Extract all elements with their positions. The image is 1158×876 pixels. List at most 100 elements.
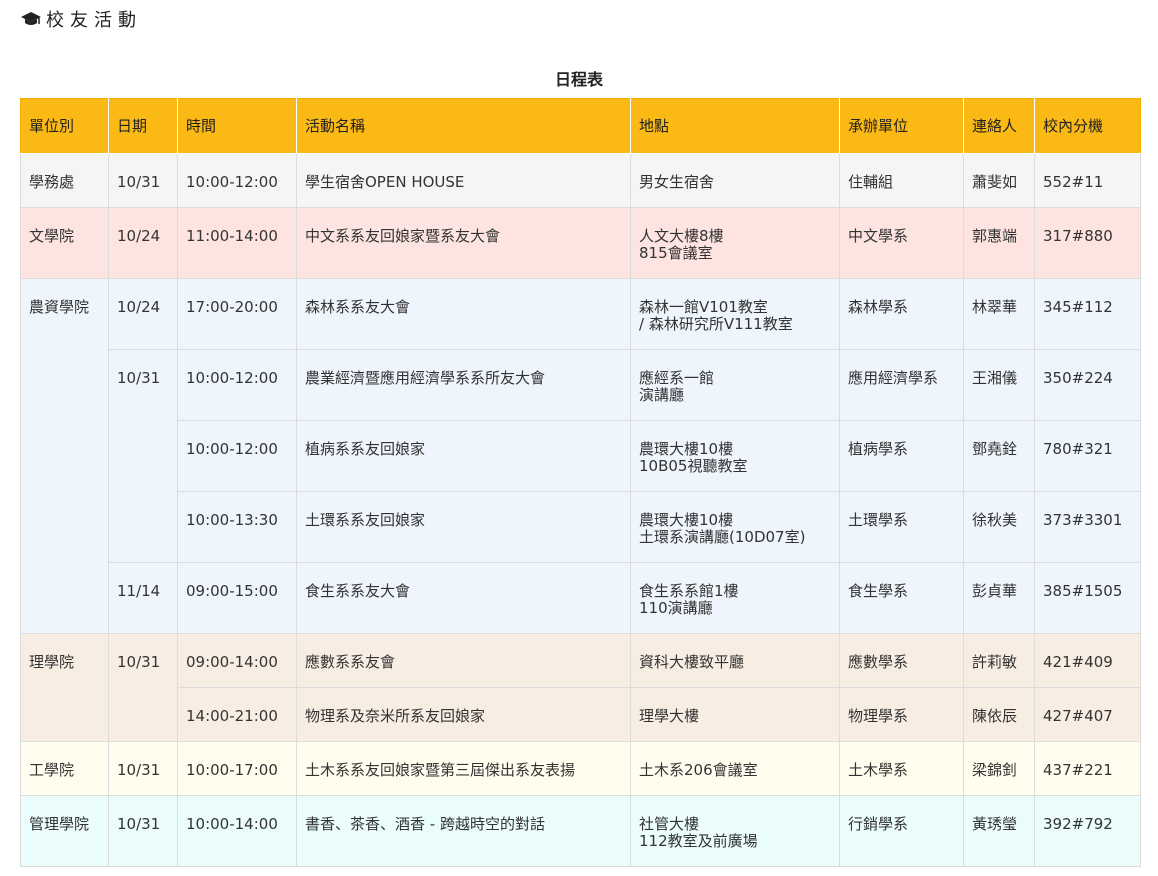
location-line: 10B05視聽教室	[639, 457, 748, 475]
location-cell: 食生系系館1樓 110演講廳	[630, 562, 840, 634]
unit-cell: 理學院	[20, 633, 109, 742]
location-cell: 理學大樓	[630, 687, 840, 742]
organizer-cell: 土木學系	[839, 741, 964, 796]
location-line: 食生系系館1樓	[639, 582, 739, 600]
location-line: 人文大樓8樓	[639, 227, 724, 245]
contact-cell: 鄧堯銓	[963, 420, 1035, 492]
time-cell: 10:00-12:00	[177, 349, 297, 421]
table-row: 11/14 09:00-15:00 食生系系友大會 食生系系館1樓 110演講廳…	[20, 562, 1141, 634]
activity-cell: 植病系系友回娘家	[296, 420, 631, 492]
activity-cell: 土環系系友回娘家	[296, 491, 631, 563]
location-cell: 社管大樓 112教室及前廣場	[630, 795, 840, 867]
time-cell: 10:00-12:00	[177, 420, 297, 492]
extension-cell: 780#321	[1034, 420, 1141, 492]
column-header-contact: 連絡人	[963, 98, 1035, 154]
location-line: 農環大樓10樓	[639, 511, 734, 529]
time-cell: 11:00-14:00	[177, 207, 297, 279]
extension-cell: 552#11	[1034, 153, 1141, 208]
organizer-cell: 土環學系	[839, 491, 964, 563]
unit-cell: 農資學院	[20, 278, 109, 634]
contact-cell: 蕭斐如	[963, 153, 1035, 208]
time-cell: 10:00-14:00	[177, 795, 297, 867]
contact-cell: 郭惠端	[963, 207, 1035, 279]
contact-cell: 梁錦釗	[963, 741, 1035, 796]
contact-cell: 彭貞華	[963, 562, 1035, 634]
time-cell: 10:00-17:00	[177, 741, 297, 796]
extension-cell: 373#3301	[1034, 491, 1141, 563]
table-row: 農資學院 10/24 17:00-20:00 森林系系友大會 森林一館V101教…	[20, 278, 1141, 634]
activity-cell: 應數系系友會	[296, 633, 631, 688]
table-row: 文學院 10/24 11:00-14:00 中文系系友回娘家暨系友大會 人文大樓…	[20, 207, 1141, 279]
organizer-cell: 中文學系	[839, 207, 964, 279]
contact-cell: 許莉敏	[963, 633, 1035, 688]
activity-cell: 書香、茶香、酒香 - 跨越時空的對話	[296, 795, 631, 867]
extension-cell: 427#407	[1034, 687, 1141, 742]
activity-cell: 農業經濟暨應用經濟學系系所友大會	[296, 349, 631, 421]
organizer-cell: 住輔組	[839, 153, 964, 208]
location-line: 理學大樓	[639, 707, 700, 725]
contact-cell: 陳依辰	[963, 687, 1035, 742]
location-line: 土木系206會議室	[639, 761, 758, 779]
extension-cell: 385#1505	[1034, 562, 1141, 634]
column-header-extension: 校內分機	[1034, 98, 1141, 154]
activity-cell: 森林系系友大會	[296, 278, 631, 350]
location-line: 男女生宿舍	[639, 173, 715, 191]
schedule-caption: 日程表	[554, 70, 603, 89]
organizer-cell: 物理學系	[839, 687, 964, 742]
column-header-organizer: 承辦單位	[839, 98, 964, 154]
table-row: 10/31 10:00-12:00 農業經濟暨應用經濟學系系所友大會 應經系一館…	[20, 349, 1141, 563]
contact-cell: 林翠華	[963, 278, 1035, 350]
organizer-cell: 行銷學系	[839, 795, 964, 867]
date-cell: 10/31	[108, 633, 178, 742]
date-cell: 10/31	[108, 349, 178, 563]
table-row: 工學院 10/31 10:00-17:00 土木系系友回娘家暨第三屆傑出系友表揚…	[20, 741, 1141, 796]
organizer-cell: 植病學系	[839, 420, 964, 492]
organizer-cell: 應數學系	[839, 633, 964, 688]
location-line: 應經系一館	[639, 369, 715, 387]
time-cell: 17:00-20:00	[177, 278, 297, 350]
date-cell: 10/24	[108, 278, 178, 350]
extension-cell: 437#221	[1034, 741, 1141, 796]
organizer-cell: 應用經濟學系	[839, 349, 964, 421]
contact-cell: 王湘儀	[963, 349, 1035, 421]
location-line: 農環大樓10樓	[639, 440, 734, 458]
page-header: 校友活動	[20, 6, 142, 32]
column-header-date: 日期	[108, 98, 178, 154]
date-cell: 10/31	[108, 153, 178, 208]
location-line: 土環系演講廳(10D07室)	[639, 528, 806, 546]
location-line: / 森林研究所V111教室	[639, 315, 793, 333]
location-line: 112教室及前廣場	[639, 832, 758, 850]
extension-cell: 317#880	[1034, 207, 1141, 279]
time-cell: 09:00-14:00	[177, 633, 297, 688]
column-header-time: 時間	[177, 98, 297, 154]
location-line: 演講廳	[639, 386, 685, 404]
location-cell: 男女生宿舍	[630, 153, 840, 208]
page-title: 校友活動	[46, 10, 142, 31]
column-header-unit: 單位別	[20, 98, 109, 154]
activity-cell: 學生宿舍OPEN HOUSE	[296, 153, 631, 208]
date-cell: 10/24	[108, 207, 178, 279]
table-row: 10:00-13:30 土環系系友回娘家 農環大樓10樓 土環系演講廳(10D0…	[20, 491, 1141, 563]
extension-cell: 350#224	[1034, 349, 1141, 421]
location-cell: 農環大樓10樓 土環系演講廳(10D07室)	[630, 491, 840, 563]
location-cell: 資科大樓致平廳	[630, 633, 840, 688]
table-row: 管理學院 10/31 10:00-14:00 書香、茶香、酒香 - 跨越時空的對…	[20, 795, 1141, 867]
location-cell: 人文大樓8樓 815會議室	[630, 207, 840, 279]
unit-cell: 工學院	[20, 741, 109, 796]
location-line: 森林一館V101教室	[639, 298, 768, 316]
organizer-cell: 森林學系	[839, 278, 964, 350]
time-cell: 10:00-12:00	[177, 153, 297, 208]
location-line: 110演講廳	[639, 599, 713, 617]
location-cell: 森林一館V101教室 / 森林研究所V111教室	[630, 278, 840, 350]
location-line: 資科大樓致平廳	[639, 653, 745, 671]
extension-cell: 345#112	[1034, 278, 1141, 350]
unit-cell: 管理學院	[20, 795, 109, 867]
table-row: 10:00-12:00 植病系系友回娘家 農環大樓10樓 10B05視聽教室 植…	[20, 420, 1141, 492]
column-header-location: 地點	[630, 98, 840, 154]
unit-cell: 學務處	[20, 153, 109, 208]
organizer-cell: 食生學系	[839, 562, 964, 634]
table-row: 理學院 10/31 09:00-14:00 應數系系友會 資科大樓致平廳 應數學…	[20, 633, 1141, 742]
contact-cell: 徐秋美	[963, 491, 1035, 563]
extension-cell: 392#792	[1034, 795, 1141, 867]
column-header-activity: 活動名稱	[296, 98, 631, 154]
